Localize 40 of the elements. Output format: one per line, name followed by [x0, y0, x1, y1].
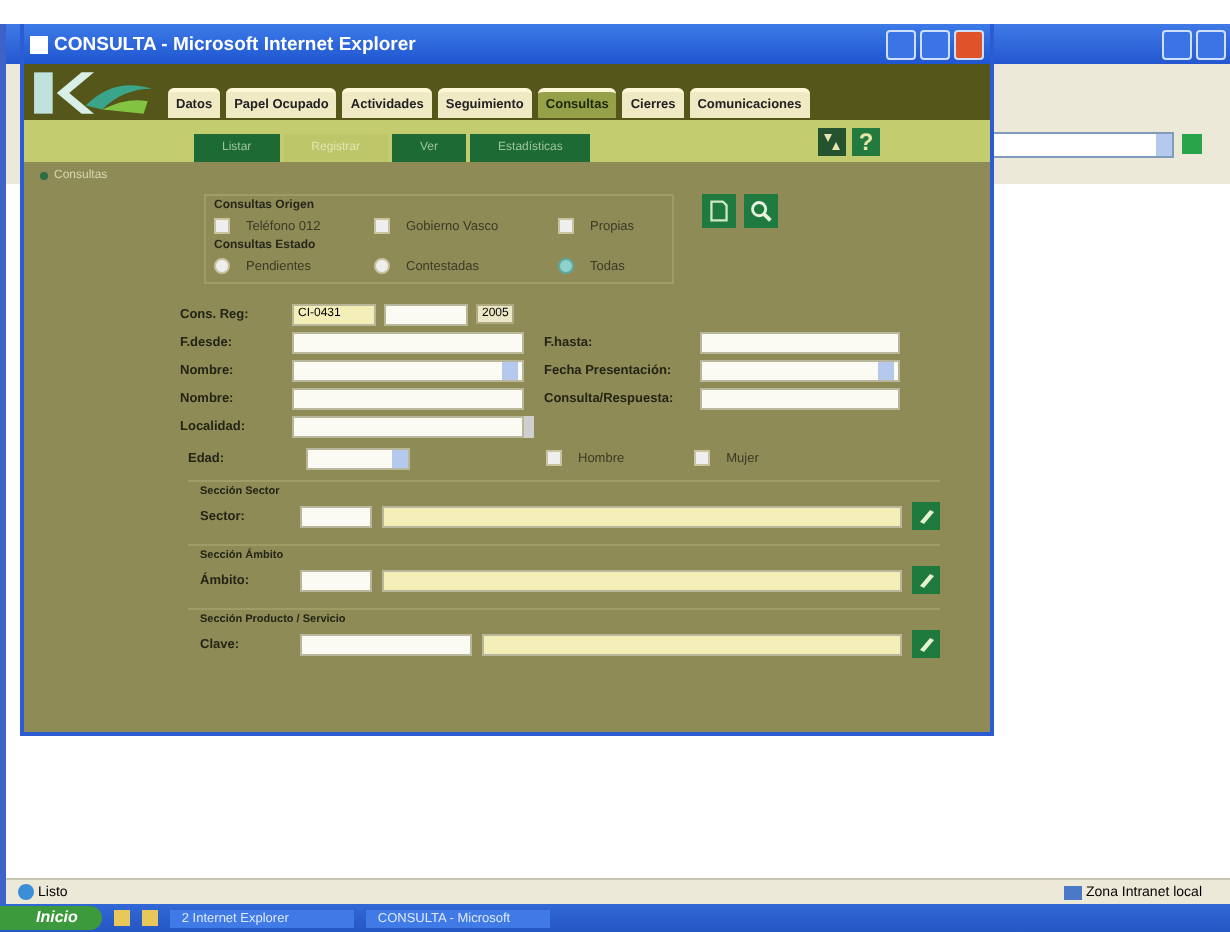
checkbox[interactable]: [546, 450, 562, 466]
maximize-button[interactable]: [1196, 29, 1226, 59]
pencil-button[interactable]: [912, 502, 940, 530]
input-field[interactable]: [384, 303, 468, 325]
minimize-button[interactable]: [1162, 29, 1192, 59]
maximize-button[interactable]: [920, 29, 950, 59]
window-title: CONSULTA - Microsoft Internet Explorer: [54, 33, 418, 55]
radio-button[interactable]: [558, 258, 574, 274]
start-button[interactable]: Inicio: [0, 906, 102, 930]
globe-icon: [18, 884, 34, 900]
logo-icon: [32, 67, 156, 117]
description-field[interactable]: [482, 633, 902, 655]
input-field[interactable]: [700, 387, 900, 409]
input-field[interactable]: [292, 415, 524, 437]
description-field[interactable]: [382, 505, 902, 527]
dropdown[interactable]: [700, 359, 900, 381]
description-field[interactable]: [382, 569, 902, 591]
checkbox[interactable]: [374, 218, 390, 234]
close-button[interactable]: [954, 29, 984, 59]
bullet-icon: [40, 172, 48, 180]
pencil-button[interactable]: [912, 566, 940, 594]
dropdown[interactable]: [306, 447, 410, 469]
minimize-button[interactable]: [886, 29, 916, 59]
checkbox[interactable]: [558, 218, 574, 234]
help-button[interactable]: ?: [852, 127, 880, 155]
input-field[interactable]: [292, 387, 524, 409]
new-document-button[interactable]: [702, 194, 736, 228]
search-button[interactable]: [744, 194, 778, 228]
radio-button[interactable]: [374, 258, 390, 274]
input-field[interactable]: [300, 505, 372, 527]
checkbox[interactable]: [214, 218, 230, 234]
radio-button[interactable]: [214, 258, 230, 274]
scroll-button[interactable]: [524, 415, 534, 437]
input-field[interactable]: [292, 331, 524, 353]
input-field[interactable]: [300, 569, 372, 591]
checkbox[interactable]: [694, 450, 711, 466]
input-field[interactable]: [300, 633, 472, 655]
dropdown[interactable]: [292, 359, 524, 381]
input-field[interactable]: [700, 331, 900, 353]
pencil-button[interactable]: [912, 630, 940, 658]
